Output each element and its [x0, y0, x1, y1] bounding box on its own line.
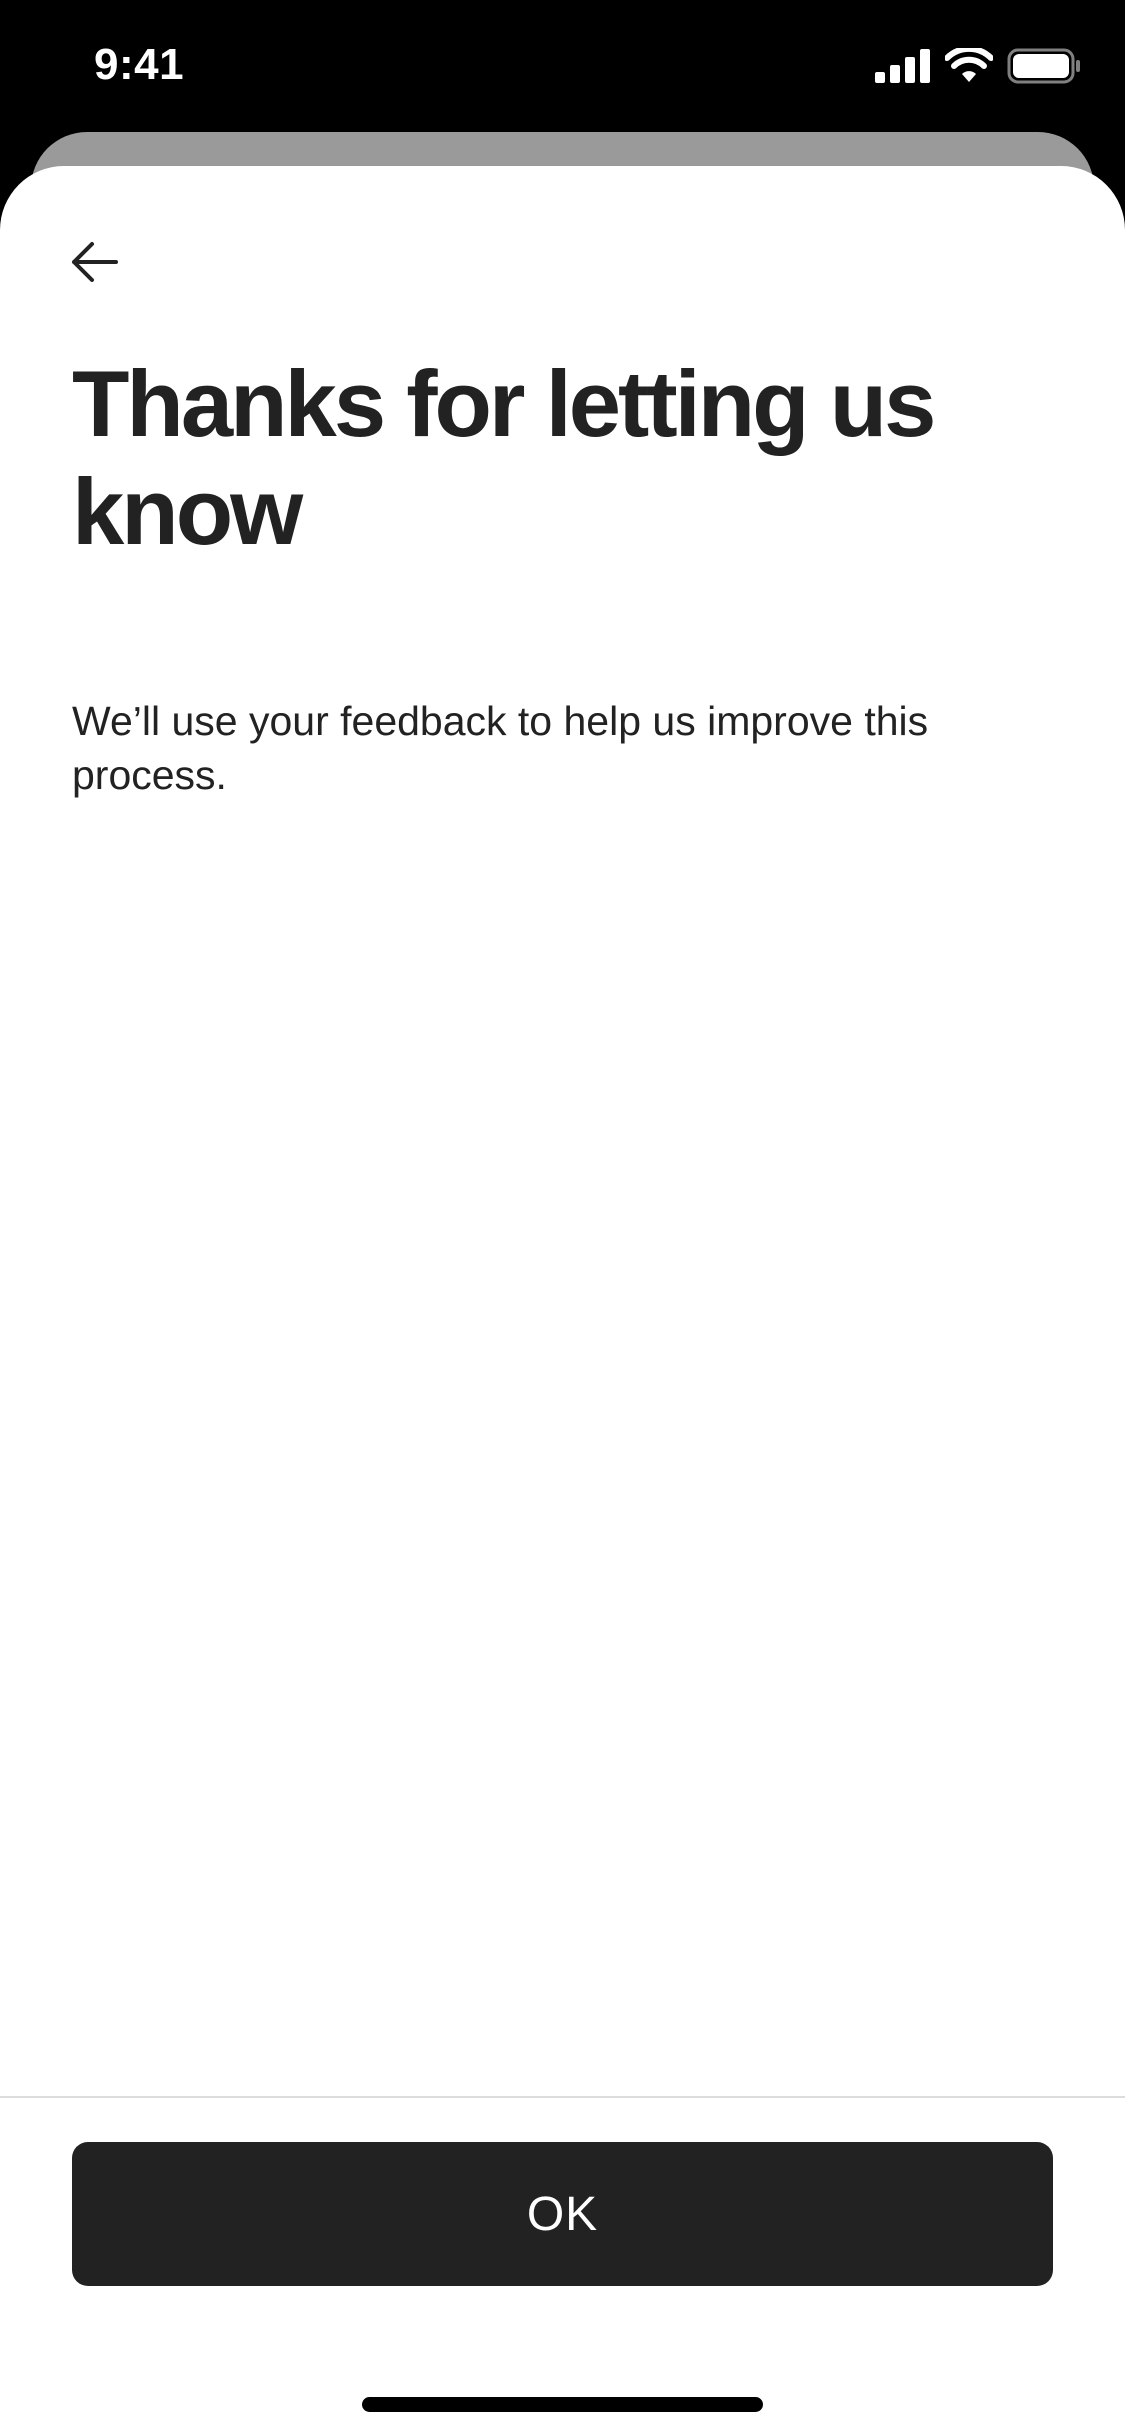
wifi-icon [944, 45, 994, 89]
cellular-signal-icon [875, 48, 931, 88]
back-button[interactable] [56, 226, 132, 302]
home-indicator[interactable] [362, 2397, 763, 2412]
feedback-message: We’ll use your feedback to help us impro… [72, 698, 929, 798]
battery-icon [1007, 48, 1081, 89]
status-icons [875, 45, 1081, 89]
arrow-left-icon [70, 241, 118, 288]
footer: OK [0, 2096, 1125, 2436]
ok-button[interactable]: OK [72, 2142, 1053, 2286]
status-time: 9:41 [94, 40, 185, 89]
status-bar: 9:41 [0, 0, 1125, 130]
page-title: Thanks for letting us know [72, 351, 936, 564]
modal-sheet: Thanks for letting us know We’ll use you… [0, 166, 1125, 2436]
